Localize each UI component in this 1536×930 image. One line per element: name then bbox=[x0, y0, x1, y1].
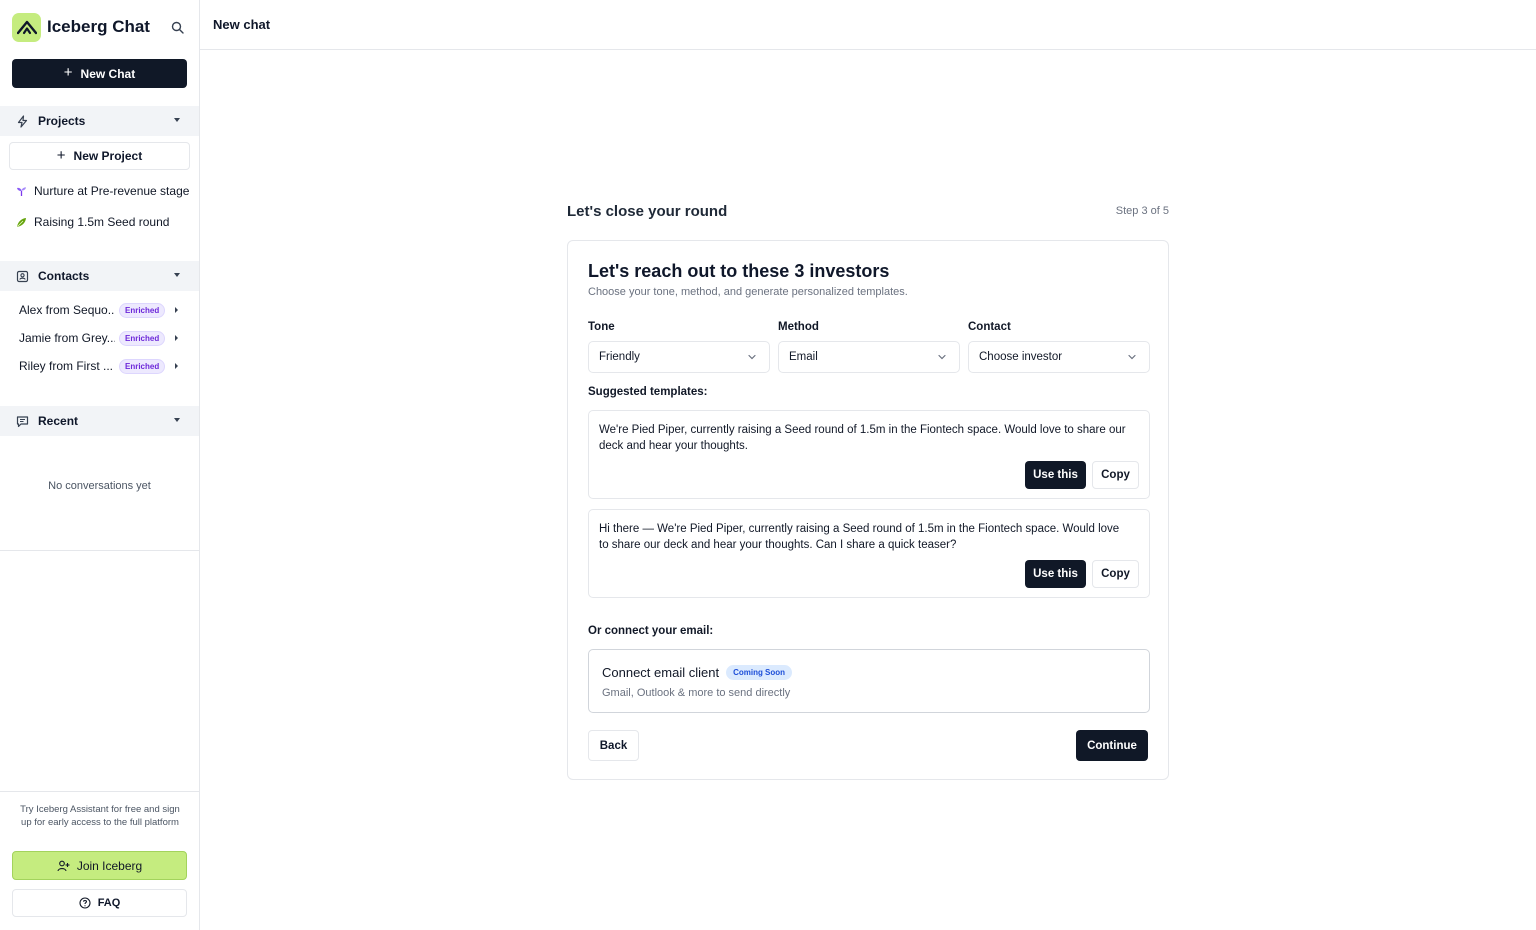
contact-value: Choose investor bbox=[979, 351, 1063, 363]
coming-soon-badge: Coming Soon bbox=[726, 665, 793, 680]
contact-name: Alex from Sequo... bbox=[19, 303, 115, 317]
connect-email-label: Or connect your email: bbox=[588, 625, 714, 637]
method-select[interactable]: Email bbox=[778, 341, 960, 373]
contact-name: Jamie from Grey... bbox=[19, 331, 115, 345]
seedling-icon bbox=[15, 185, 27, 197]
card-title: Let's reach out to these 3 investors bbox=[588, 261, 890, 281]
outreach-card: Let's reach out to these 3 investors Cho… bbox=[567, 240, 1169, 780]
brand: Iceberg Chat bbox=[12, 12, 188, 42]
project-item[interactable]: Raising 1.5m Seed round bbox=[15, 211, 195, 233]
contact-book-icon bbox=[15, 269, 29, 283]
caret-down-icon bbox=[174, 118, 180, 122]
caret-right-icon bbox=[175, 363, 178, 369]
project-label: Raising 1.5m Seed round bbox=[34, 215, 170, 229]
new-project-button[interactable]: + New Project bbox=[9, 142, 190, 170]
divider bbox=[0, 550, 199, 551]
plus-icon: + bbox=[63, 64, 73, 81]
contact-select[interactable]: Choose investor bbox=[968, 341, 1150, 373]
tone-label: Tone bbox=[588, 321, 615, 333]
top-bar: New chat bbox=[200, 0, 1536, 50]
sidebar: Iceberg Chat + New Chat Projects + New P… bbox=[0, 0, 200, 930]
connect-subtitle: Gmail, Outlook & more to send directly bbox=[602, 687, 791, 699]
chevron-down-icon bbox=[938, 354, 946, 360]
template-text: We're Pied Piper, currently raising a Se… bbox=[599, 424, 1126, 452]
step-heading: Let's close your round bbox=[567, 203, 728, 220]
contact-item[interactable]: Riley from First ... Enriched bbox=[19, 356, 189, 376]
mountain-logo-icon bbox=[12, 12, 41, 42]
plus-icon: + bbox=[56, 146, 66, 164]
join-button[interactable]: Join Iceberg bbox=[12, 851, 187, 880]
recent-section-header[interactable]: Recent bbox=[0, 406, 199, 436]
caret-right-icon bbox=[175, 307, 178, 313]
empty-recent-text: No conversations yet bbox=[48, 480, 151, 492]
method-label: Method bbox=[778, 321, 819, 333]
connect-title: Connect email client Coming Soon bbox=[602, 665, 793, 680]
use-template-button[interactable]: Use this bbox=[1025, 560, 1086, 588]
chevron-down-icon bbox=[748, 354, 756, 360]
enriched-badge: Enriched bbox=[119, 330, 166, 346]
connect-title-text: Connect email client bbox=[602, 665, 720, 680]
copy-template-button[interactable]: Copy bbox=[1092, 461, 1139, 489]
faq-button[interactable]: FAQ bbox=[12, 889, 187, 917]
help-circle-icon bbox=[79, 897, 91, 909]
project-item[interactable]: Nurture at Pre-revenue stage bbox=[15, 180, 195, 202]
divider bbox=[0, 791, 199, 792]
template-text: Hi there — We're Pied Piper, currently r… bbox=[599, 523, 1120, 551]
new-chat-label: New Chat bbox=[80, 66, 136, 81]
app-title: Iceberg Chat bbox=[47, 17, 150, 36]
page-title: New chat bbox=[213, 17, 271, 32]
new-chat-button[interactable]: + New Chat bbox=[12, 59, 187, 88]
join-label: Join Iceberg bbox=[76, 858, 143, 873]
chevron-down-icon bbox=[1128, 354, 1136, 360]
project-label: Nurture at Pre-revenue stage bbox=[34, 184, 190, 198]
caret-right-icon bbox=[175, 335, 178, 341]
tone-value: Friendly bbox=[599, 351, 640, 363]
contacts-section-header[interactable]: Contacts bbox=[0, 261, 199, 291]
connect-email-client-option[interactable]: Connect email client Coming Soon Gmail, … bbox=[588, 649, 1150, 713]
chat-bubble-icon bbox=[15, 414, 29, 428]
projects-label: Projects bbox=[38, 114, 86, 128]
contacts-label: Contacts bbox=[38, 269, 90, 283]
bolt-icon bbox=[15, 114, 29, 128]
card-subtitle: Choose your tone, method, and generate p… bbox=[588, 286, 908, 298]
projects-section-header[interactable]: Projects bbox=[0, 106, 199, 136]
copy-template-button[interactable]: Copy bbox=[1092, 560, 1139, 588]
enriched-badge: Enriched bbox=[119, 302, 166, 318]
faq-label: FAQ bbox=[97, 897, 121, 909]
app-root: Iceberg Chat + New Chat Projects + New P… bbox=[0, 0, 1536, 930]
promo-text: Try Iceberg Assistant for free and sign … bbox=[20, 804, 180, 828]
contact-item[interactable]: Jamie from Grey... Enriched bbox=[19, 328, 189, 348]
continue-button[interactable]: Continue bbox=[1076, 730, 1148, 761]
contact-name: Riley from First ... bbox=[19, 359, 114, 373]
template-card: Hi there — We're Pied Piper, currently r… bbox=[588, 509, 1150, 598]
search-icon[interactable] bbox=[168, 18, 186, 36]
user-plus-icon bbox=[57, 860, 70, 872]
suggested-templates-label: Suggested templates: bbox=[588, 386, 708, 398]
tone-select[interactable]: Friendly bbox=[588, 341, 770, 373]
use-template-button[interactable]: Use this bbox=[1025, 461, 1086, 489]
leaf-icon bbox=[15, 216, 27, 228]
new-project-label: New Project bbox=[73, 149, 143, 163]
contact-label: Contact bbox=[968, 321, 1011, 333]
recent-label: Recent bbox=[38, 414, 79, 428]
step-counter: Step 3 of 5 bbox=[1115, 205, 1169, 217]
contact-item[interactable]: Alex from Sequo... Enriched bbox=[19, 300, 189, 320]
caret-down-icon bbox=[174, 418, 180, 422]
template-card: We're Pied Piper, currently raising a Se… bbox=[588, 410, 1150, 499]
enriched-badge: Enriched bbox=[119, 358, 166, 374]
method-value: Email bbox=[789, 351, 818, 363]
caret-down-icon bbox=[174, 273, 180, 277]
back-button[interactable]: Back bbox=[588, 730, 639, 761]
